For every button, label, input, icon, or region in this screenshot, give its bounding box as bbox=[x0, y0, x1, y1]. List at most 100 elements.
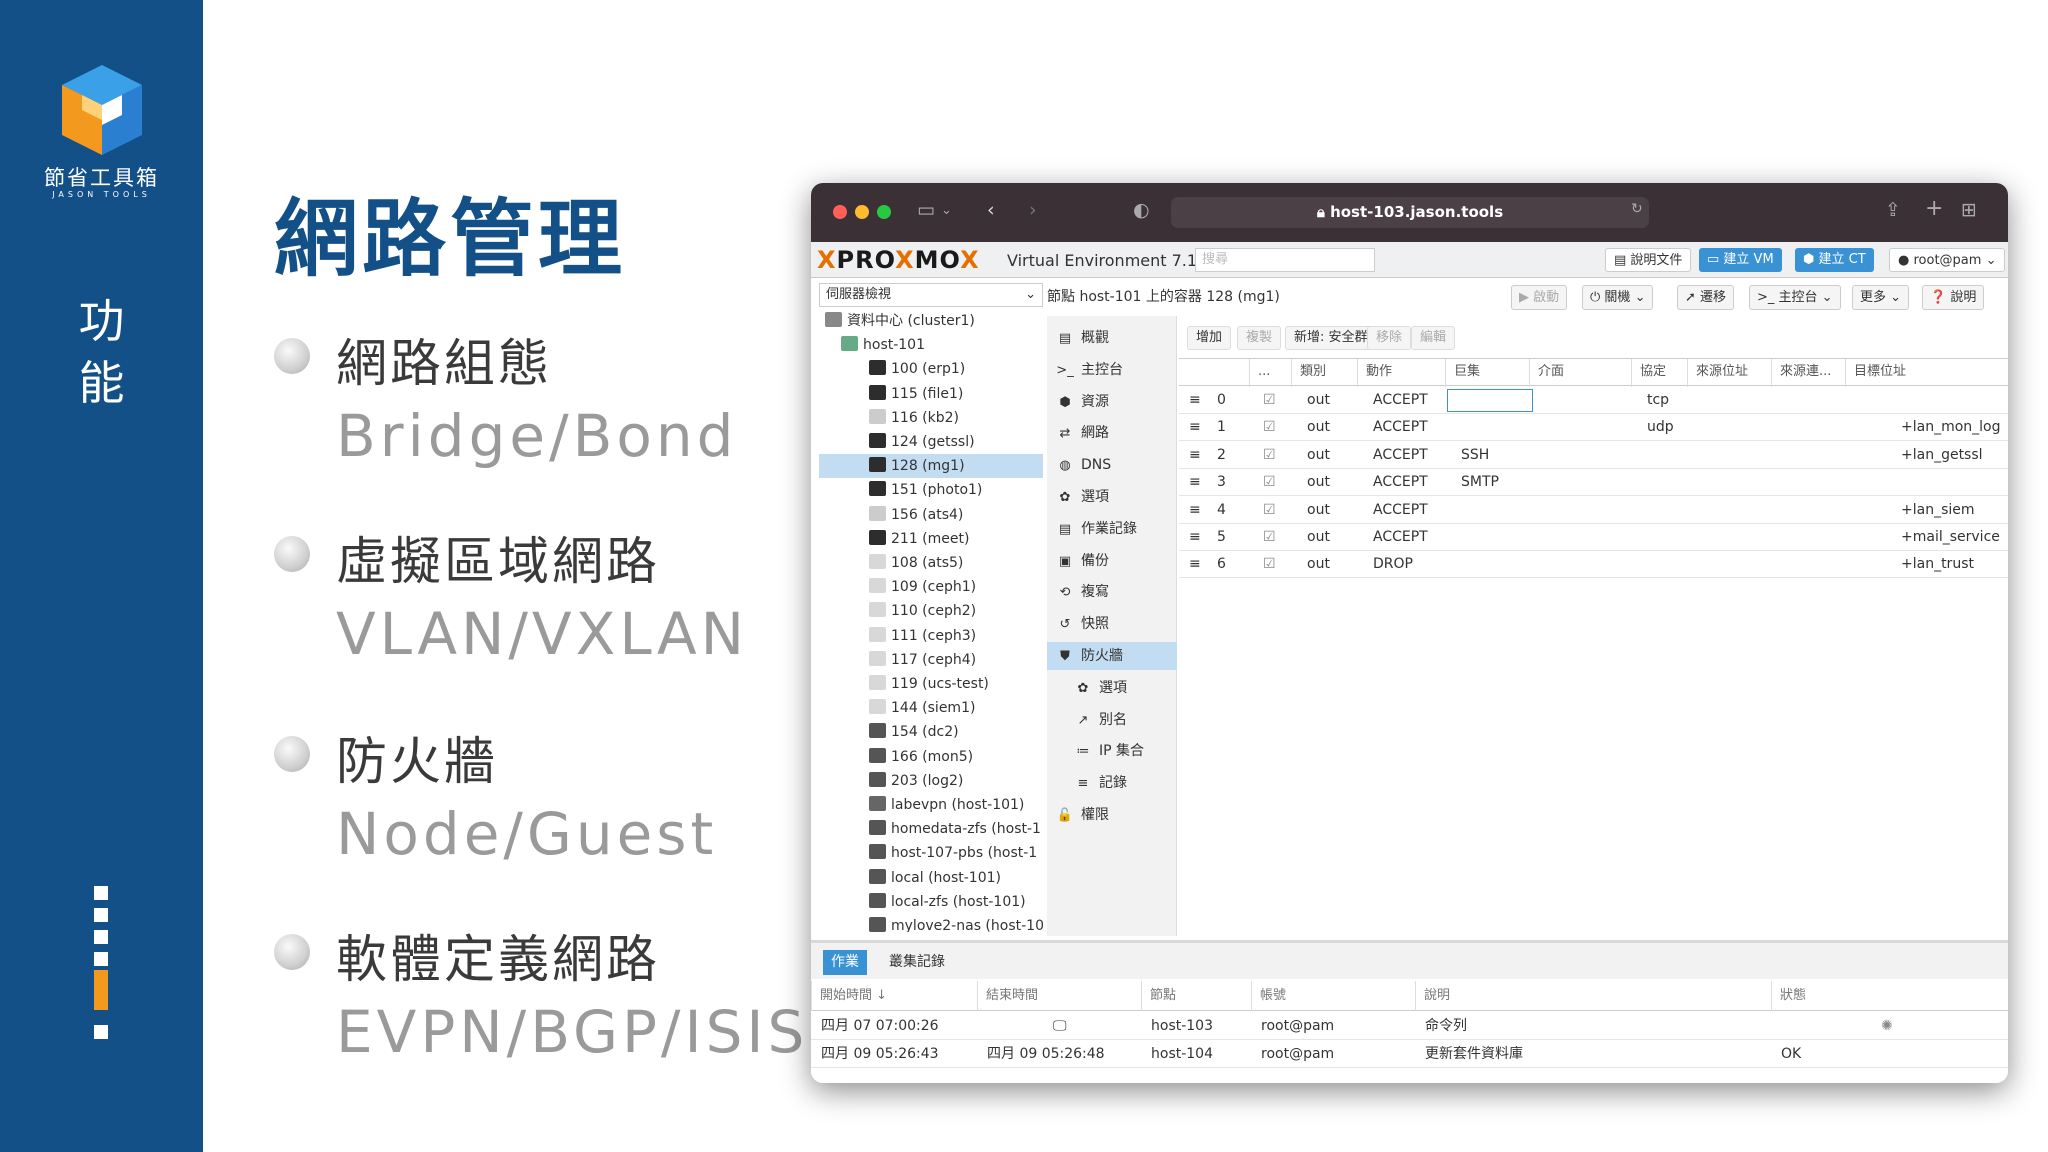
tree-item[interactable]: 116 (kb2) bbox=[819, 406, 1043, 430]
tree-item[interactable]: 124 (getssl) bbox=[819, 430, 1043, 454]
checkbox-icon[interactable]: ☑ bbox=[1263, 442, 1276, 469]
minimize-window-button[interactable] bbox=[855, 205, 869, 219]
copy-rule-button[interactable]: 複製 bbox=[1237, 326, 1282, 350]
tree-item[interactable]: 203 (log2) bbox=[819, 769, 1043, 793]
privacy-shield-icon[interactable]: ◐ bbox=[1133, 199, 1150, 221]
back-icon[interactable]: ‹ bbox=[987, 199, 995, 221]
table-row[interactable]: ≡ 0 ☑ out ACCEPT tcp bbox=[1179, 387, 2008, 414]
tree-item[interactable]: 109 (ceph1) bbox=[819, 575, 1043, 599]
task-row[interactable]: 四月 07 07:00:26 host-103 root@pam 命令列 🖵 ✺ bbox=[811, 1013, 2008, 1040]
docs-button[interactable]: ▤ 說明文件 bbox=[1605, 248, 1692, 272]
help-button[interactable]: ❓ 說明 bbox=[1922, 285, 1985, 310]
monitor-icon[interactable]: 🖵 bbox=[1053, 1013, 1067, 1040]
address-bar[interactable]: 🔒︎ host-103.jason.tools bbox=[1171, 197, 1649, 228]
user-menu-button[interactable]: ● root@pam ⌄ bbox=[1889, 248, 2006, 272]
console-button[interactable]: >_ 主控台 ⌄ bbox=[1749, 285, 1841, 310]
tree-item[interactable]: 166 (mon5) bbox=[819, 745, 1043, 769]
zoom-window-button[interactable] bbox=[877, 205, 891, 219]
menu-item[interactable]: ⬢ 資源 bbox=[1047, 388, 1177, 416]
menu-item[interactable]: ⟲ 複寫 bbox=[1047, 578, 1177, 606]
table-row[interactable]: ≡ 6 ☑ out DROP +lan_trust bbox=[1179, 551, 2008, 579]
shutdown-button[interactable]: ⏻ 關機 ⌄ bbox=[1582, 285, 1654, 310]
create-vm-button[interactable]: ▭ 建立 VM bbox=[1699, 248, 1782, 272]
tree-item[interactable]: 111 (ceph3) bbox=[819, 624, 1043, 648]
checkbox-icon[interactable]: ☑ bbox=[1263, 524, 1276, 551]
tree-item[interactable]: 151 (photo1) bbox=[819, 478, 1043, 502]
start-button[interactable]: ▶ 啟動 bbox=[1511, 285, 1568, 310]
column-header[interactable]: 巨集 bbox=[1445, 359, 1480, 387]
chevron-down-icon[interactable]: ⌄ bbox=[941, 203, 952, 218]
table-row[interactable]: ≡ 4 ☑ out ACCEPT +lan_siem bbox=[1179, 497, 2008, 524]
column-header[interactable]: 類別 bbox=[1291, 359, 1326, 387]
column-header[interactable]: 協定 bbox=[1631, 359, 1666, 387]
menu-item[interactable]: 🔓 權限 bbox=[1047, 801, 1177, 829]
column-header[interactable]: 開始時間 ↓ bbox=[811, 981, 887, 1011]
forward-icon[interactable]: › bbox=[1029, 199, 1037, 221]
create-ct-button[interactable]: ⬢ 建立 CT bbox=[1795, 248, 1874, 272]
tree-item[interactable]: 128 (mg1) bbox=[819, 454, 1043, 479]
sidebar-toggle-icon[interactable]: ▭ bbox=[917, 199, 935, 221]
table-row[interactable]: ≡ 3 ☑ out ACCEPT SMTP bbox=[1179, 469, 2008, 497]
column-header[interactable]: 來源連... bbox=[1771, 359, 1831, 387]
tree-item[interactable]: 110 (ceph2) bbox=[819, 599, 1043, 623]
tree-item[interactable]: 211 (meet) bbox=[819, 527, 1043, 551]
menu-item[interactable]: ⛊ 防火牆 bbox=[1047, 642, 1177, 670]
tree-item[interactable]: 115 (file1) bbox=[819, 382, 1043, 406]
tree-item[interactable]: host-101 bbox=[819, 333, 1043, 357]
column-header[interactable]: 帳號 bbox=[1251, 981, 1286, 1011]
tree-item[interactable]: homedata-zfs (host-1 bbox=[819, 817, 1043, 841]
menu-item[interactable]: >_ 主控台 bbox=[1047, 356, 1177, 384]
checkbox-icon[interactable]: ☑ bbox=[1263, 387, 1276, 414]
menu-item[interactable]: ↺ 快照 bbox=[1047, 610, 1177, 638]
menu-item[interactable]: ▤ 概觀 bbox=[1047, 324, 1177, 352]
view-selector[interactable]: 伺服器檢視 ⌄ bbox=[819, 283, 1043, 307]
tree-item[interactable]: labevpn (host-101) bbox=[819, 793, 1043, 817]
checkbox-icon[interactable]: ☑ bbox=[1263, 414, 1276, 441]
menu-item[interactable]: ✿ 選項 bbox=[1047, 483, 1177, 511]
share-icon[interactable]: ⇪ bbox=[1885, 199, 1901, 221]
tree-item[interactable]: host-107-pbs (host-1 bbox=[819, 841, 1043, 865]
tree-item[interactable]: mylove2-nas (host-10 bbox=[819, 914, 1043, 932]
table-row[interactable]: ≡ 1 ☑ out ACCEPT udp +lan_mon_log bbox=[1179, 414, 2008, 442]
menu-item[interactable]: ↗ 別名 bbox=[1047, 706, 1177, 734]
reload-icon[interactable]: ↻ bbox=[1631, 201, 1643, 217]
tree-item[interactable]: 154 (dc2) bbox=[819, 720, 1043, 744]
more-button[interactable]: 更多 ⌄ bbox=[1852, 285, 1910, 310]
menu-item[interactable]: ▤ 作業記錄 bbox=[1047, 515, 1177, 543]
menu-item[interactable]: ≔ IP 集合 bbox=[1047, 737, 1177, 765]
search-input[interactable]: 搜尋 bbox=[1195, 248, 1375, 272]
tree-item[interactable]: 117 (ceph4) bbox=[819, 648, 1043, 672]
tree-item[interactable]: local-zfs (host-101) bbox=[819, 890, 1043, 914]
menu-item[interactable]: ≡ 記錄 bbox=[1047, 769, 1177, 797]
tree-item[interactable]: 100 (erp1) bbox=[819, 357, 1043, 381]
tree-item[interactable]: 156 (ats4) bbox=[819, 503, 1043, 527]
add-rule-button[interactable]: 增加 bbox=[1187, 326, 1232, 350]
column-header[interactable]: 狀態 bbox=[1771, 981, 1806, 1011]
menu-item[interactable]: ⇄ 網路 bbox=[1047, 419, 1177, 447]
new-tab-icon[interactable]: + bbox=[1925, 196, 1943, 221]
column-header[interactable]: ... bbox=[1249, 359, 1270, 387]
column-header[interactable]: 動作 bbox=[1357, 359, 1392, 387]
checkbox-icon[interactable]: ☑ bbox=[1263, 469, 1276, 496]
table-row[interactable]: ≡ 2 ☑ out ACCEPT SSH +lan_getssl bbox=[1179, 442, 2008, 469]
tab-overview-icon[interactable]: ⊞ bbox=[1961, 199, 1977, 221]
edit-rule-button[interactable]: 編輯 bbox=[1411, 326, 1456, 350]
menu-item[interactable]: ▣ 備份 bbox=[1047, 547, 1177, 575]
table-row[interactable]: ≡ 5 ☑ out ACCEPT +mail_service bbox=[1179, 524, 2008, 551]
tree-item[interactable]: 144 (siem1) bbox=[819, 696, 1043, 720]
migrate-button[interactable]: ➚ 遷移 bbox=[1677, 285, 1735, 310]
tree-item[interactable]: 資料中心 (cluster1) bbox=[819, 309, 1043, 333]
tree-item[interactable]: 108 (ats5) bbox=[819, 551, 1043, 575]
macro-editor-input[interactable] bbox=[1447, 389, 1533, 412]
column-header[interactable]: 節點 bbox=[1141, 981, 1176, 1011]
tab-cluster-log[interactable]: 叢集記錄 bbox=[881, 950, 953, 975]
checkbox-icon[interactable]: ☑ bbox=[1263, 497, 1276, 524]
menu-item[interactable]: ◍ DNS bbox=[1047, 451, 1177, 479]
column-header[interactable]: 目標位址 bbox=[1845, 359, 1906, 387]
checkbox-icon[interactable]: ☑ bbox=[1263, 551, 1276, 578]
column-header[interactable]: 說明 bbox=[1415, 981, 1450, 1011]
tree-item[interactable]: 119 (ucs-test) bbox=[819, 672, 1043, 696]
menu-item[interactable]: ✿ 選項 bbox=[1047, 674, 1177, 702]
task-row[interactable]: 四月 09 05:26:43 四月 09 05:26:48 host-104 root… bbox=[811, 1041, 2008, 1068]
column-header[interactable]: 結束時間 bbox=[977, 981, 1038, 1011]
